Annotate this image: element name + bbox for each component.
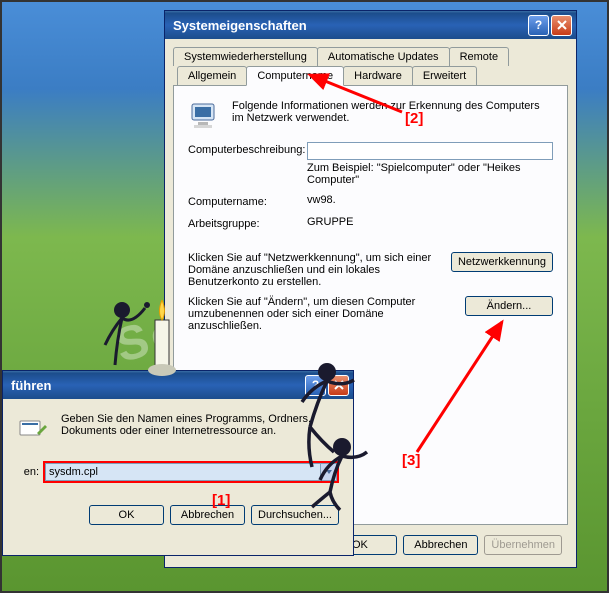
close-icon: [334, 380, 344, 390]
run-icon: [17, 413, 49, 445]
run-ok-button[interactable]: OK: [89, 505, 164, 525]
tab-erweitert[interactable]: Erweitert: [412, 66, 477, 85]
help-button[interactable]: ?: [528, 15, 549, 36]
computer-icon: [188, 100, 222, 134]
run-open-label: en:: [17, 466, 39, 478]
dropdown-button[interactable]: [320, 463, 337, 481]
run-browse-button[interactable]: Durchsuchen...: [251, 505, 339, 525]
computername-value: vw98.: [307, 194, 553, 206]
tab-row-bottom: Allgemein Computername Hardware Erweiter…: [177, 66, 568, 85]
run-cancel-button[interactable]: Abbrechen: [170, 505, 245, 525]
run-titlebar[interactable]: führen ?: [3, 371, 353, 399]
close-icon: [557, 20, 567, 30]
tab-hardware[interactable]: Hardware: [343, 66, 413, 85]
network-id-button[interactable]: Netzwerkkennung: [451, 252, 553, 272]
intro-text: Folgende Informationen werden zur Erkenn…: [232, 100, 553, 124]
run-description: Geben Sie den Namen eines Programms, Ord…: [61, 413, 339, 445]
cancel-button[interactable]: Abbrechen: [403, 535, 478, 555]
tab-row-top: Systemwiederherstellung Automatische Upd…: [173, 47, 568, 66]
computername-label: Computername:: [188, 194, 303, 208]
workgroup-label: Arbeitsgruppe:: [188, 216, 303, 230]
run-help-button[interactable]: ?: [305, 375, 326, 396]
description-hint: Zum Beispiel: "Spielcomputer" oder "Heik…: [307, 162, 553, 186]
titlebar[interactable]: Systemeigenschaften ?: [165, 11, 576, 39]
run-window-title: führen: [11, 378, 303, 393]
run-input[interactable]: [45, 463, 320, 481]
window-title: Systemeigenschaften: [173, 18, 526, 33]
close-button[interactable]: [551, 15, 572, 36]
tab-systemwiederherstellung[interactable]: Systemwiederherstellung: [173, 47, 318, 66]
change-text: Klicken Sie auf "Ändern", um diesen Comp…: [188, 296, 455, 332]
tab-allgemein[interactable]: Allgemein: [177, 66, 247, 85]
chevron-down-icon: [325, 468, 333, 476]
tab-automatische-updates[interactable]: Automatische Updates: [317, 47, 450, 66]
dialog-buttons: OK Abbrechen Übernehmen: [322, 535, 562, 555]
description-label: Computerbeschreibung:: [188, 142, 303, 156]
run-dialog-window: führen ? Geben Sie den Namen eines Progr…: [2, 370, 354, 556]
apply-button: Übernehmen: [484, 535, 562, 555]
netid-text: Klicken Sie auf "Netzwerkkennung", um si…: [188, 252, 441, 288]
workgroup-value: GRUPPE: [307, 216, 553, 228]
run-combobox[interactable]: [43, 461, 339, 483]
change-button[interactable]: Ändern...: [465, 296, 553, 316]
description-input[interactable]: [307, 142, 553, 160]
tab-remote[interactable]: Remote: [449, 47, 510, 66]
tab-computername[interactable]: Computername: [246, 66, 344, 86]
run-close-button[interactable]: [328, 375, 349, 396]
